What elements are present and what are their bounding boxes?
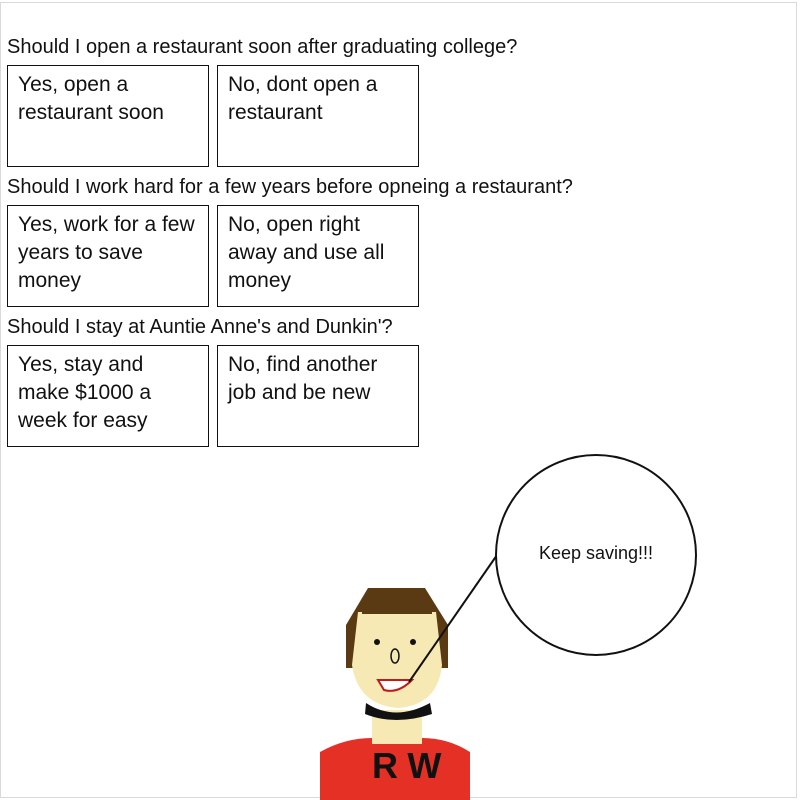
shirt-letters: RW	[372, 745, 451, 786]
character-left-eye	[374, 639, 380, 645]
character-right-eye	[410, 639, 416, 645]
character-face	[352, 612, 442, 708]
character-scene: RW	[320, 454, 697, 800]
speech-bubble-text: Keep saving!!!	[538, 543, 654, 563]
